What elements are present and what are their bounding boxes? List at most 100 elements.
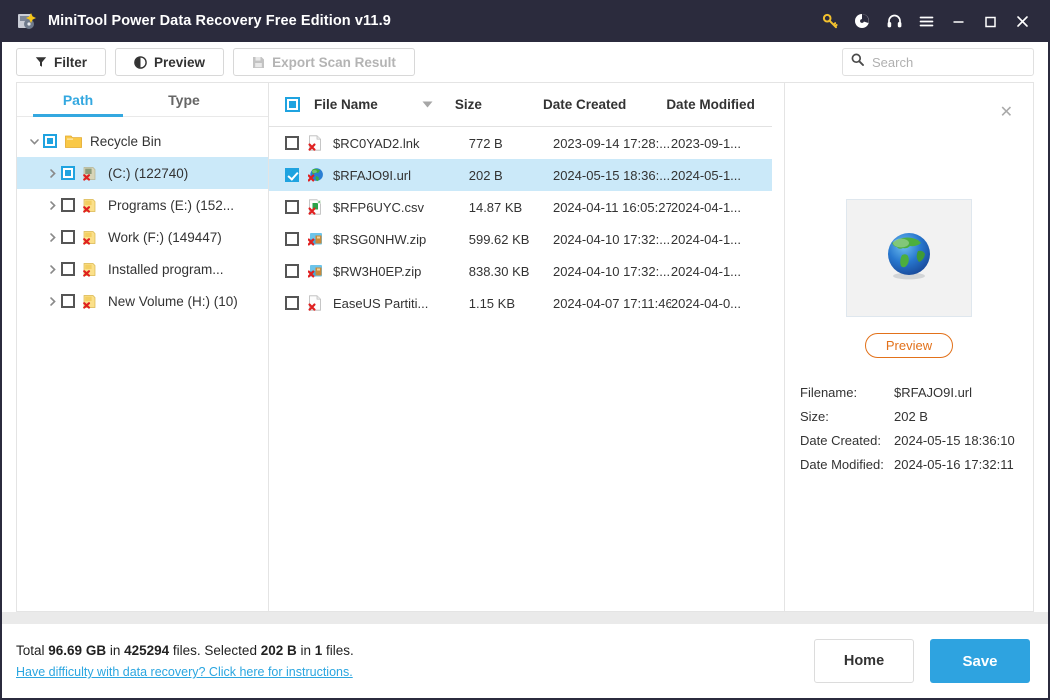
cell-date-modified: 2023-09-1... (670, 135, 742, 151)
metadata-value: 2024-05-16 17:32:11 (894, 456, 1014, 472)
cell-date-modified: 2024-05-1... (670, 167, 742, 183)
preview-eye-icon (134, 55, 147, 69)
home-button[interactable]: Home (814, 639, 914, 683)
metadata-key: Date Modified: (800, 456, 884, 472)
column-header-size[interactable]: Size (455, 97, 543, 112)
file-list: File Name Size Date Created Date Modifie… (269, 83, 785, 611)
cell-file-name: $RW3H0EP.zip (333, 263, 422, 279)
metadata-key: Date Created: (800, 432, 881, 448)
headset-icon[interactable] (878, 5, 910, 37)
tree-checkbox[interactable] (61, 262, 75, 276)
tree-item-recycle-bin[interactable]: Recycle Bin (17, 125, 268, 157)
status-mid-1: in (106, 643, 125, 658)
sidebar-tabs: Path Type (17, 83, 268, 117)
table-row[interactable]: $RW3H0EP.zip 838.30 KB 2024-04-10 17:32:… (269, 255, 772, 287)
menu-icon[interactable] (910, 5, 942, 37)
close-preview-icon[interactable]: ✕ (1000, 105, 1013, 121)
tree-item-drive-f[interactable]: Work (F:) (149447) (17, 221, 268, 253)
cell-date-modified: 2024-04-0... (670, 295, 742, 311)
table-row[interactable]: $RSG0NHW.zip 599.62 KB 2024-04-10 17:32:… (269, 223, 772, 255)
tree-item-label: Recycle Bin (90, 133, 162, 149)
tree-checkbox[interactable] (43, 134, 57, 148)
row-checkbox[interactable] (285, 136, 299, 150)
table-row[interactable]: a $RFP6UYC.csv 14.87 KB 2024-04-11 16:05… (269, 191, 772, 223)
cell-file-name: EaseUS Partiti... (333, 295, 429, 311)
help-link[interactable]: Have difficulty with data recovery? Clic… (16, 665, 354, 679)
chevron-right-icon[interactable] (43, 296, 61, 307)
table-row[interactable]: $RFAJO9I.url 202 B 2024-05-15 18:36:... … (269, 159, 772, 191)
chevron-right-icon[interactable] (43, 168, 61, 179)
table-row[interactable]: EaseUS Partiti... 1.15 KB 2024-04-07 17:… (269, 287, 772, 319)
row-checkbox[interactable] (285, 296, 299, 310)
disc-icon[interactable] (846, 5, 878, 37)
total-files: 425294 (124, 643, 170, 658)
tree-item-drive-h[interactable]: New Volume (H:) (10) (17, 285, 268, 317)
tree-item-drive-e[interactable]: Programs (E:) (152... (17, 189, 268, 221)
tree-item-label: Programs (E:) (152... (108, 197, 235, 213)
path-tree: Recycle Bin (C:) (122740) Programs (E:) … (17, 117, 268, 611)
cell-file-name: $RC0YAD2.lnk (333, 135, 420, 151)
cell-file-name: $RSG0NHW.zip (333, 231, 427, 247)
filter-button[interactable]: Filter (16, 48, 107, 76)
select-all-checkbox[interactable] (285, 97, 300, 112)
cell-date-created: 2024-04-07 17:11:46 (552, 295, 671, 311)
column-label: File Name (314, 97, 378, 112)
row-checkbox[interactable] (285, 264, 299, 278)
export-scan-result-button[interactable]: Export Scan Result (233, 48, 415, 76)
drive-deleted-icon (83, 166, 101, 181)
search-input[interactable] (872, 54, 1025, 70)
zip-deleted-icon (308, 263, 326, 279)
status-summary: Total 96.69 GB in 425294 files. Selected… (16, 643, 354, 658)
metadata-row: Size: 202 B (800, 404, 1033, 428)
status-mid-3: in (296, 643, 315, 658)
tree-item-installed-programs[interactable]: Installed program... (17, 253, 268, 285)
search-box[interactable] (842, 48, 1034, 76)
tab-type-label: Type (168, 91, 200, 108)
save-button[interactable]: Save (930, 639, 1030, 683)
application-window: MiniTool Power Data Recovery Free Editio… (0, 0, 1050, 700)
tree-checkbox[interactable] (61, 198, 75, 212)
tree-item-drive-c[interactable]: (C:) (122740) (17, 157, 268, 189)
row-checkbox[interactable] (285, 232, 299, 246)
drive-deleted-icon (83, 230, 101, 245)
cell-date-modified: 2024-04-1... (670, 199, 742, 215)
chevron-down-icon[interactable] (25, 136, 43, 147)
tree-checkbox[interactable] (61, 166, 75, 180)
metadata-key: Filename: (800, 384, 858, 400)
zip-deleted-icon (308, 231, 326, 247)
table-row[interactable]: $RC0YAD2.lnk 772 B 2023-09-14 17:28:... … (269, 127, 772, 159)
status-area: Total 96.69 GB in 425294 files. Selected… (16, 643, 354, 679)
cell-date-created: 2024-04-11 16:05:27 (552, 199, 671, 215)
maximize-icon[interactable] (974, 5, 1006, 37)
key-icon[interactable] (814, 5, 846, 37)
close-icon[interactable] (1006, 5, 1038, 37)
column-header-file-name[interactable]: File Name (314, 97, 455, 112)
column-header-date-created[interactable]: Date Created (543, 97, 666, 112)
chevron-right-icon[interactable] (43, 264, 61, 275)
preview-button-panel[interactable]: Preview (864, 333, 954, 358)
tab-type[interactable]: Type (131, 83, 237, 116)
column-header-date-modified[interactable]: Date Modified (666, 97, 772, 112)
sort-descending-icon[interactable] (422, 100, 433, 110)
footer-buttons: Home Save (814, 639, 1030, 683)
tree-item-label: New Volume (H:) (10) (108, 293, 238, 309)
chevron-right-icon[interactable] (43, 200, 61, 211)
tree-item-label: Installed program... (108, 261, 224, 277)
export-icon (252, 56, 265, 69)
main-content: Path Type Recycle Bin (C:) (122740) Prog… (2, 82, 1048, 612)
row-checkbox[interactable] (285, 200, 299, 214)
cell-date-created: 2024-04-10 17:32:... (552, 263, 671, 279)
cell-date-modified: 2024-04-1... (670, 231, 742, 247)
row-checkbox[interactable] (285, 168, 299, 182)
tab-path[interactable]: Path (25, 83, 131, 117)
folder-icon (65, 134, 83, 149)
metadata-row: Date Created: 2024-05-15 18:36:10 (800, 428, 1033, 452)
file-list-header: File Name Size Date Created Date Modifie… (269, 83, 772, 127)
minimize-icon[interactable] (942, 5, 974, 37)
tree-checkbox[interactable] (61, 230, 75, 244)
preview-button[interactable]: Preview (115, 48, 225, 76)
drive-deleted-icon (83, 262, 101, 277)
chevron-right-icon[interactable] (43, 232, 61, 243)
tree-checkbox[interactable] (61, 294, 75, 308)
globe-icon (882, 229, 936, 288)
